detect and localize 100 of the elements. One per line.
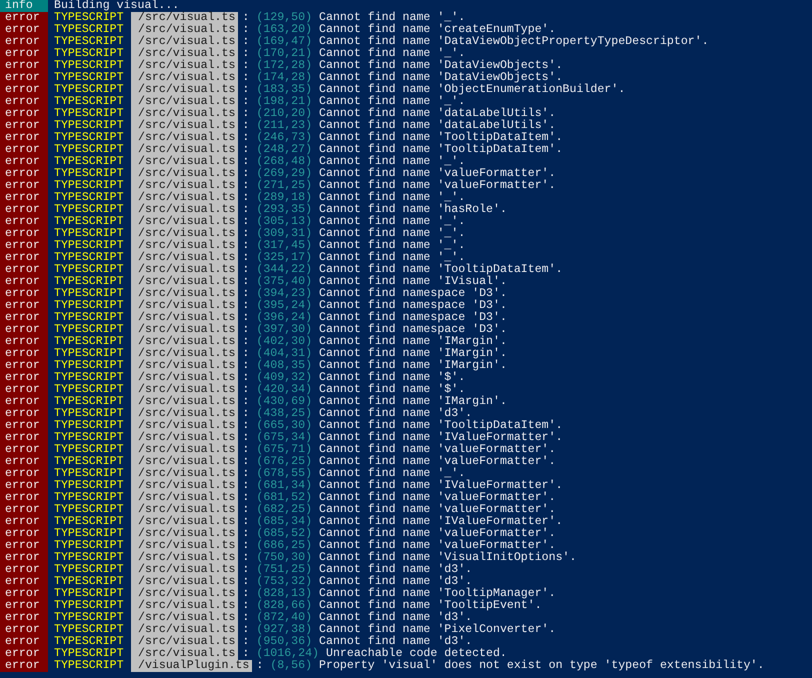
- source-label: TYPESCRIPT: [54, 48, 125, 60]
- location-text: (289,18): [256, 192, 312, 204]
- severity-label: error: [0, 132, 48, 144]
- separator-text: :: [242, 612, 250, 624]
- severity-label: error: [0, 144, 48, 156]
- severity-label: error: [0, 60, 48, 72]
- message-text: Cannot find name 'valueFormatter'.: [319, 540, 556, 552]
- file-path: /src/visual.ts: [131, 108, 238, 120]
- severity-label: error: [0, 552, 48, 564]
- message-text: Cannot find name 'd3'.: [319, 564, 472, 576]
- location-text: (375,40): [256, 276, 312, 288]
- source-label: TYPESCRIPT: [54, 24, 125, 36]
- source-label: TYPESCRIPT: [54, 216, 125, 228]
- separator-text: :: [242, 72, 250, 84]
- separator-text: :: [242, 300, 250, 312]
- file-path: /src/visual.ts: [131, 300, 238, 312]
- message-text: Cannot find name '_'.: [319, 12, 466, 24]
- severity-label: error: [0, 420, 48, 432]
- file-path: /src/visual.ts: [131, 180, 238, 192]
- message-text: Cannot find name '$'.: [319, 384, 466, 396]
- file-path: /src/visual.ts: [131, 396, 238, 408]
- file-path: /src/visual.ts: [131, 132, 238, 144]
- location-text: (950,36): [256, 636, 312, 648]
- message-text: Cannot find name '_'.: [319, 468, 466, 480]
- message-text: Cannot find name 'valueFormatter'.: [319, 168, 556, 180]
- file-path: /src/visual.ts: [131, 372, 238, 384]
- severity-label: error: [0, 180, 48, 192]
- file-path: /src/visual.ts: [131, 48, 238, 60]
- file-path: /src/visual.ts: [131, 648, 238, 660]
- severity-label: error: [0, 504, 48, 516]
- severity-label: error: [0, 72, 48, 84]
- file-path: /src/visual.ts: [131, 444, 238, 456]
- source-label: TYPESCRIPT: [54, 552, 125, 564]
- severity-label: error: [0, 636, 48, 648]
- severity-label: error: [0, 204, 48, 216]
- severity-label: error: [0, 528, 48, 540]
- separator-text: :: [242, 516, 250, 528]
- location-text: (675,34): [256, 432, 312, 444]
- message-text: Cannot find name 'PixelConverter'.: [319, 624, 556, 636]
- source-label: TYPESCRIPT: [54, 384, 125, 396]
- location-text: (309,31): [256, 228, 312, 240]
- message-text: Cannot find name 'dataLabelUtils'.: [319, 120, 556, 132]
- severity-label: error: [0, 396, 48, 408]
- separator-text: :: [242, 336, 250, 348]
- location-text: (8,56): [270, 660, 312, 672]
- location-text: (170,21): [256, 48, 312, 60]
- message-text: Cannot find name 'DataViewObjectPropertyTypeDescriptor'.: [319, 36, 709, 48]
- source-label: TYPESCRIPT: [54, 144, 125, 156]
- separator-text: :: [242, 528, 250, 540]
- location-text: (872,40): [256, 612, 312, 624]
- separator-text: :: [242, 144, 250, 156]
- severity-label: error: [0, 48, 48, 60]
- file-path: /src/visual.ts: [131, 492, 238, 504]
- file-path: /src/visual.ts: [131, 456, 238, 468]
- separator-text: :: [242, 192, 250, 204]
- source-label: TYPESCRIPT: [54, 288, 125, 300]
- source-label: TYPESCRIPT: [54, 564, 125, 576]
- file-path: /src/visual.ts: [131, 24, 238, 36]
- separator-text: :: [242, 432, 250, 444]
- file-path: /src/visual.ts: [131, 192, 238, 204]
- source-label: TYPESCRIPT: [54, 396, 125, 408]
- message-text: Cannot find name 'valueFormatter'.: [319, 492, 556, 504]
- message-text: Cannot find name '_'.: [319, 48, 466, 60]
- location-text: (210,20): [256, 108, 312, 120]
- file-path: /src/visual.ts: [131, 324, 238, 336]
- source-label: TYPESCRIPT: [54, 480, 125, 492]
- separator-text: :: [242, 468, 250, 480]
- location-text: (420,34): [256, 384, 312, 396]
- separator-text: :: [242, 204, 250, 216]
- separator-text: :: [242, 120, 250, 132]
- separator-text: :: [242, 564, 250, 576]
- separator-text: :: [242, 324, 250, 336]
- message-text: Cannot find namespace 'D3'.: [319, 300, 507, 312]
- separator-text: :: [242, 552, 250, 564]
- source-label: TYPESCRIPT: [54, 204, 125, 216]
- file-path: /src/visual.ts: [131, 384, 238, 396]
- message-text: Cannot find name 'valueFormatter'.: [319, 180, 556, 192]
- message-text: Cannot find name 'IVisual'.: [319, 276, 507, 288]
- severity-label: error: [0, 648, 48, 660]
- message-text: Cannot find name 'TooltipDataItem'.: [319, 132, 563, 144]
- separator-text: :: [242, 492, 250, 504]
- source-label: TYPESCRIPT: [54, 588, 125, 600]
- location-text: (395,24): [256, 300, 312, 312]
- file-path: /src/visual.ts: [131, 276, 238, 288]
- separator-text: :: [242, 24, 250, 36]
- message-text: Cannot find namespace 'D3'.: [319, 312, 507, 324]
- severity-label: error: [0, 192, 48, 204]
- file-path: /src/visual.ts: [131, 144, 238, 156]
- separator-text: :: [242, 444, 250, 456]
- severity-label: error: [0, 372, 48, 384]
- location-text: (246,73): [256, 132, 312, 144]
- location-text: (183,35): [256, 84, 312, 96]
- source-label: TYPESCRIPT: [54, 516, 125, 528]
- severity-label: error: [0, 264, 48, 276]
- location-text: (305,13): [256, 216, 312, 228]
- source-label: TYPESCRIPT: [54, 180, 125, 192]
- file-path: /src/visual.ts: [131, 516, 238, 528]
- message-text: Cannot find name '_'.: [319, 96, 466, 108]
- location-text: (402,30): [256, 336, 312, 348]
- separator-text: :: [242, 108, 250, 120]
